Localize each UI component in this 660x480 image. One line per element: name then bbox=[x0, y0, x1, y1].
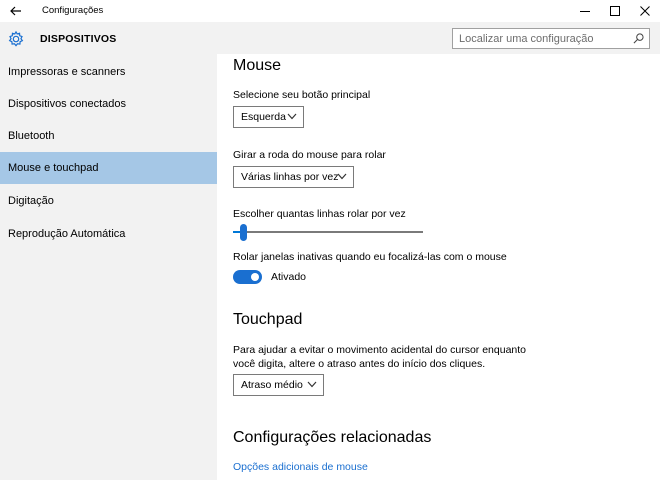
settings-content: Mouse Selecione seu botão principal Esqu… bbox=[217, 54, 660, 480]
sidebar-item-label: Bluetooth bbox=[8, 130, 55, 142]
back-arrow-icon bbox=[10, 6, 21, 16]
touchpad-description: Para ajudar a evitar o movimento acident… bbox=[233, 344, 527, 370]
chevron-down-icon bbox=[337, 173, 347, 180]
sidebar-item-mouse-touchpad[interactable]: Mouse e touchpad bbox=[0, 152, 217, 184]
primary-button-label: Selecione seu botão principal bbox=[233, 89, 371, 101]
related-settings-heading: Configurações relacionadas bbox=[233, 429, 432, 446]
mouse-heading: Mouse bbox=[233, 57, 282, 74]
close-button[interactable] bbox=[630, 0, 660, 22]
sidebar-item-connected-devices[interactable]: Dispositivos conectados bbox=[0, 88, 217, 120]
touchpad-delay-dropdown[interactable]: Atraso médio bbox=[233, 374, 324, 396]
sidebar: Impressoras e scanners Dispositivos cone… bbox=[0, 54, 217, 480]
category-header: DISPOSITIVOS bbox=[0, 22, 660, 54]
sidebar-item-bluetooth[interactable]: Bluetooth bbox=[0, 120, 217, 152]
minimize-button[interactable] bbox=[570, 0, 600, 22]
additional-mouse-options-link[interactable]: Opções adicionais de mouse bbox=[233, 461, 368, 473]
back-button[interactable] bbox=[0, 0, 32, 22]
inactive-scroll-toggle[interactable] bbox=[233, 270, 262, 284]
sidebar-item-autoplay[interactable]: Reprodução Automática bbox=[0, 218, 217, 250]
category-title: DISPOSITIVOS bbox=[40, 33, 117, 45]
sidebar-item-printers[interactable]: Impressoras e scanners bbox=[0, 56, 217, 88]
window-title: Configurações bbox=[42, 5, 104, 16]
sidebar-item-label: Impressoras e scanners bbox=[8, 66, 126, 78]
chevron-down-icon bbox=[307, 381, 317, 388]
search-icon[interactable] bbox=[633, 33, 644, 44]
sidebar-item-label: Mouse e touchpad bbox=[8, 162, 99, 174]
sidebar-item-label: Dispositivos conectados bbox=[8, 98, 127, 110]
lines-label: Escolher quantas linhas rolar por vez bbox=[233, 208, 406, 220]
chevron-down-icon bbox=[287, 113, 297, 120]
search-box[interactable] bbox=[452, 28, 650, 49]
search-input[interactable] bbox=[453, 29, 629, 48]
touchpad-heading: Touchpad bbox=[233, 311, 303, 328]
scroll-dropdown[interactable]: Várias linhas por vez bbox=[233, 166, 354, 188]
lines-slider-track[interactable] bbox=[233, 231, 423, 233]
inactive-scroll-label: Rolar janelas inativas quando eu focaliz… bbox=[233, 251, 507, 263]
sidebar-item-label: Digitação bbox=[8, 195, 54, 207]
scroll-label: Girar a roda do mouse para rolar bbox=[233, 149, 386, 161]
primary-button-dropdown[interactable]: Esquerda bbox=[233, 106, 304, 128]
touchpad-delay-value: Atraso médio bbox=[241, 379, 303, 391]
toggle-knob bbox=[251, 273, 259, 281]
sidebar-item-label: Reprodução Automática bbox=[8, 228, 126, 240]
minimize-icon bbox=[580, 11, 590, 12]
inactive-scroll-state: Ativado bbox=[271, 271, 307, 283]
gear-icon bbox=[8, 30, 24, 47]
scroll-value: Várias linhas por vez bbox=[241, 171, 339, 183]
maximize-icon bbox=[610, 6, 620, 16]
close-icon bbox=[640, 6, 650, 16]
title-bar: Configurações bbox=[0, 0, 660, 22]
sidebar-item-typing[interactable]: Digitação bbox=[0, 185, 217, 217]
lines-slider-thumb[interactable] bbox=[240, 224, 247, 241]
primary-button-value: Esquerda bbox=[241, 111, 286, 123]
maximize-button[interactable] bbox=[600, 0, 630, 22]
